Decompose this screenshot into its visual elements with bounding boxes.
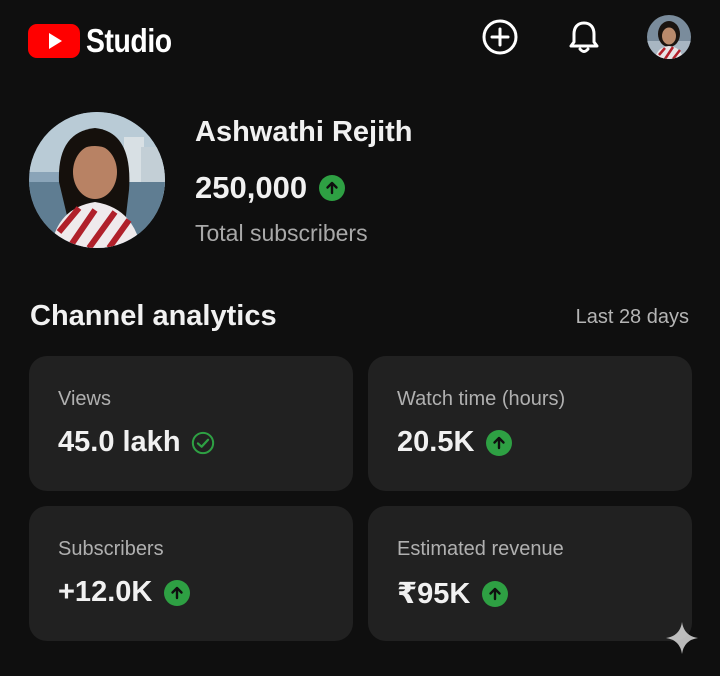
subscriber-label: Total subscribers: [195, 220, 368, 246]
period-selector[interactable]: Last 28 days: [576, 306, 689, 329]
arrow-up-icon: [164, 579, 191, 606]
arrow-up-icon: [482, 580, 509, 607]
analytics-title: Channel analytics: [30, 300, 277, 332]
sparkle-icon: [666, 622, 698, 654]
studio-logo-text: Studio: [86, 22, 172, 59]
studio-logo[interactable]: Studio: [28, 22, 186, 60]
card-label: Views: [58, 388, 111, 410]
card-value: ₹95K: [397, 578, 471, 610]
notifications-button[interactable]: [563, 16, 605, 58]
estimated-revenue-card[interactable]: Estimated revenue ₹95K: [368, 506, 692, 641]
card-value-row: +12.0K: [58, 576, 191, 609]
channel-name: Ashwathi Rejith: [195, 116, 413, 148]
card-value-row: 20.5K: [397, 426, 513, 459]
account-avatar[interactable]: [647, 15, 691, 59]
subscriber-summary: 250,000: [195, 170, 346, 206]
watch-time-card[interactable]: Watch time (hours) 20.5K: [368, 356, 692, 491]
card-label: Watch time (hours): [397, 388, 566, 410]
card-value-row: 45.0 lakh: [58, 426, 215, 459]
arrow-up-icon: [319, 175, 346, 201]
channel-avatar[interactable]: [29, 112, 165, 248]
arrow-up-icon: [486, 429, 513, 456]
bell-icon: [569, 21, 599, 53]
card-value-row: ₹95K: [397, 576, 509, 611]
check-circle-icon: [191, 431, 215, 455]
card-label: Subscribers: [58, 538, 164, 560]
youtube-play-icon: [28, 24, 80, 58]
subscribers-card[interactable]: Subscribers +12.0K: [29, 506, 353, 641]
subscriber-count: 250,000: [195, 170, 308, 205]
card-value: 45.0 lakh: [58, 426, 181, 458]
plus-circle-icon: [482, 19, 518, 55]
card-value: 20.5K: [397, 426, 475, 458]
top-bar: Studio: [0, 0, 720, 80]
create-button[interactable]: [479, 16, 521, 58]
card-label: Estimated revenue: [397, 538, 564, 560]
card-value: +12.0K: [58, 576, 153, 608]
views-card[interactable]: Views 45.0 lakh: [29, 356, 353, 491]
